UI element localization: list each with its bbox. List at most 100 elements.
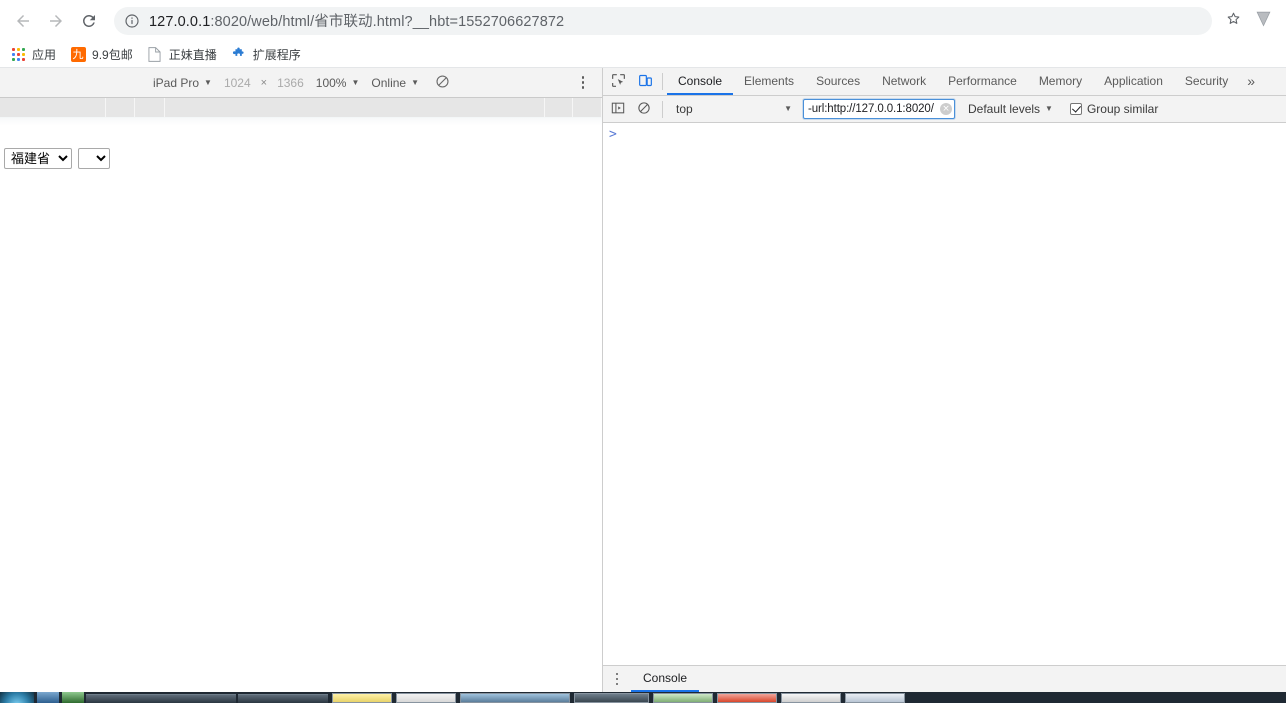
- bookmark-99baoyou[interactable]: 九 9.9包邮: [66, 43, 141, 65]
- tab-sources[interactable]: Sources: [805, 68, 871, 95]
- dot: [615, 677, 619, 681]
- sidebar-panel-icon: [611, 101, 625, 118]
- address-bar[interactable]: 127.0.0.1:8020/web/html/省市联动.html?__hbt=…: [114, 6, 1212, 35]
- url-host: 127.0.0.1: [149, 14, 211, 30]
- device-emulation-pane: iPad Pro ▼ 1024 × 1366 100% ▼ Online ▼ 福…: [0, 68, 603, 692]
- log-levels-selector[interactable]: Default levels ▼: [963, 99, 1058, 120]
- inspect-element-button[interactable]: [605, 68, 632, 95]
- tab-network[interactable]: Network: [871, 68, 937, 95]
- taskbar-window[interactable]: [460, 693, 570, 703]
- bookmark-extensions[interactable]: 扩展程序: [227, 43, 309, 65]
- browser-chrome: 127.0.0.1:8020/web/html/省市联动.html?__hbt=…: [0, 0, 1286, 68]
- console-message-list[interactable]: >: [603, 123, 1286, 665]
- taskbar-window[interactable]: [396, 693, 456, 703]
- clear-filter-icon[interactable]: ×: [940, 103, 952, 115]
- bookmark-apps[interactable]: 应用: [6, 43, 64, 65]
- toggle-device-toolbar-button[interactable]: [632, 68, 659, 95]
- viewport-width-value: 1024: [223, 75, 251, 90]
- dot: [615, 672, 619, 676]
- jiu-icon: 九: [70, 46, 86, 62]
- taskbar-window[interactable]: [238, 694, 328, 703]
- bookmark-label: 正妹直播: [168, 47, 217, 62]
- reload-button[interactable]: [74, 6, 104, 36]
- zoom-value: 100%: [315, 75, 347, 90]
- taskbar-window[interactable]: [332, 693, 392, 703]
- province-select[interactable]: 福建省: [4, 148, 72, 169]
- viewport-width-input[interactable]: 1024: [218, 72, 257, 94]
- drawer-tab-console[interactable]: Console: [631, 666, 700, 692]
- city-select[interactable]: [78, 148, 110, 169]
- forward-arrow-icon: [47, 12, 65, 30]
- chevron-down-icon: ▼: [784, 104, 792, 113]
- page-content: 福建省: [0, 126, 602, 169]
- taskbar-window[interactable]: [845, 693, 905, 703]
- tab-label: Sources: [816, 73, 861, 88]
- viewport-height-input[interactable]: 1366: [271, 72, 310, 94]
- tab-label: Security: [1184, 73, 1229, 88]
- device-name: iPad Pro: [152, 75, 200, 90]
- zoom-selector[interactable]: 100% ▼: [310, 72, 366, 94]
- jiu-glyph: 九: [70, 46, 86, 62]
- tab-performance[interactable]: Performance: [937, 68, 1028, 95]
- no-throttle-icon: [435, 74, 450, 92]
- start-button[interactable]: [0, 692, 34, 703]
- dot: [581, 86, 585, 89]
- device-toolbar: iPad Pro ▼ 1024 × 1366 100% ▼ Online ▼: [0, 68, 602, 98]
- console-filter-value: -url:http://127.0.0.1:8020/: [808, 103, 934, 115]
- chevron-down-icon: ▼: [204, 77, 212, 87]
- bookmarks-bar: 应用 九 9.9包邮 正妹直播 扩展程序: [0, 41, 1286, 68]
- tab-application[interactable]: Application: [1093, 68, 1174, 95]
- taskbar-window[interactable]: [574, 693, 649, 703]
- reload-icon: [80, 12, 98, 30]
- device-selector[interactable]: iPad Pro ▼: [147, 72, 218, 94]
- page-viewport: 福建省: [0, 126, 602, 692]
- chevron-down-icon: ▼: [411, 77, 420, 87]
- taskbar-window[interactable]: [653, 693, 713, 703]
- devtools-split: iPad Pro ▼ 1024 × 1366 100% ▼ Online ▼ 福…: [0, 68, 1286, 692]
- taskbar-window[interactable]: [717, 693, 777, 703]
- console-filter-input[interactable]: -url:http://127.0.0.1:8020/ ×: [803, 99, 955, 119]
- back-button[interactable]: [8, 6, 38, 36]
- clear-console-button[interactable]: [632, 98, 656, 120]
- taskbar-icon[interactable]: [62, 692, 84, 703]
- bookmark-zhengmeizhibo[interactable]: 正妹直播: [143, 43, 225, 65]
- tab-memory[interactable]: Memory: [1028, 68, 1093, 95]
- group-similar-checkbox[interactable]: [1069, 103, 1082, 115]
- toolbar-divider: [662, 100, 663, 118]
- chevron-down-icon: ▼: [1045, 104, 1053, 113]
- extension-button[interactable]: [1248, 6, 1278, 36]
- console-prompt-icon: >: [609, 127, 617, 142]
- province-city-form: 福建省: [4, 148, 602, 169]
- tab-security[interactable]: Security: [1174, 68, 1239, 95]
- console-sidebar-toggle[interactable]: [606, 98, 630, 120]
- tab-label: Memory: [1038, 73, 1083, 88]
- clear-console-icon: [637, 101, 651, 118]
- viewport-ruler: [0, 98, 602, 118]
- forward-button[interactable]: [41, 6, 71, 36]
- tab-console[interactable]: Console: [667, 68, 734, 95]
- tab-label: Application: [1104, 73, 1163, 88]
- bookmark-star-button[interactable]: [1218, 6, 1248, 36]
- group-similar-label: Group similar: [1086, 102, 1159, 116]
- device-toolbar-more-button[interactable]: [574, 73, 592, 93]
- extension-v-icon: [1254, 9, 1273, 33]
- ruler-tick: [573, 98, 602, 117]
- drawer-tab-label: Console: [643, 671, 688, 685]
- site-info-icon[interactable]: [124, 13, 140, 29]
- taskbar-window[interactable]: [86, 694, 236, 703]
- chevron-right-icon: »: [1247, 72, 1256, 89]
- taskbar-icon[interactable]: [37, 692, 59, 703]
- devtools-drawer: Console: [603, 665, 1286, 692]
- console-input-row[interactable]: >: [603, 123, 1286, 145]
- dimension-separator: ×: [260, 76, 268, 89]
- execution-context-selector[interactable]: top ▼: [669, 99, 797, 120]
- drawer-more-button[interactable]: [603, 666, 631, 692]
- more-tabs-button[interactable]: »: [1239, 68, 1263, 95]
- group-similar-toggle[interactable]: Group similar: [1069, 102, 1159, 116]
- no-throttle-button[interactable]: [429, 72, 455, 94]
- taskbar-window[interactable]: [781, 693, 841, 703]
- tab-label: Console: [678, 73, 723, 88]
- tab-elements[interactable]: Elements: [733, 68, 805, 95]
- network-throttling-selector[interactable]: Online ▼: [365, 72, 425, 94]
- viewport-shadow: [0, 118, 602, 126]
